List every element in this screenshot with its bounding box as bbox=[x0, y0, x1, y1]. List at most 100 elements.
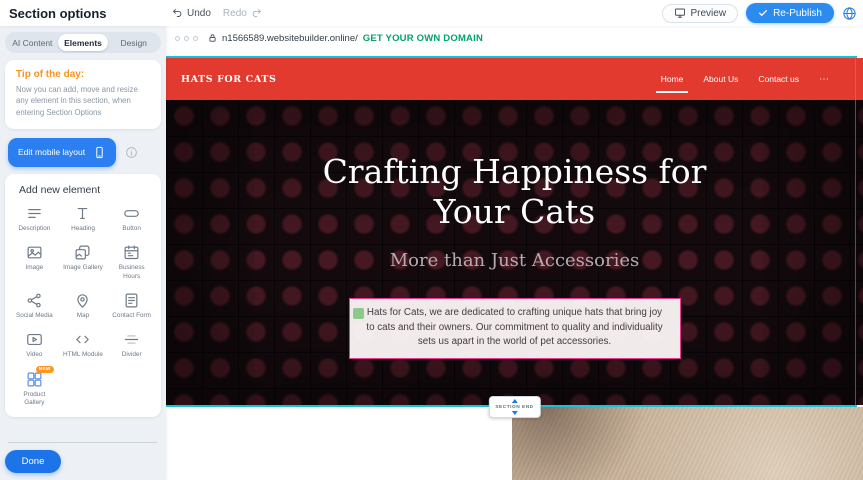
site-url: n1566589.websitebuilder.online/ bbox=[222, 33, 358, 44]
section-end-label: SECTION END bbox=[495, 405, 533, 410]
add-element-title: Add new element bbox=[19, 184, 156, 196]
republish-button[interactable]: Re-Publish bbox=[746, 3, 834, 23]
add-new-element-panel: Add new element Description Heading Butt… bbox=[5, 174, 161, 417]
element-label: Divider bbox=[122, 351, 142, 359]
add-element-image[interactable]: Image bbox=[10, 244, 59, 281]
html-module-icon bbox=[74, 331, 91, 348]
phone-icon bbox=[93, 146, 106, 159]
element-label: Description bbox=[18, 225, 50, 233]
section-end-resize-handle[interactable]: SECTION END bbox=[488, 396, 540, 418]
map-pin-icon bbox=[74, 292, 91, 309]
sidebar-tabs: AI Content Elements Design bbox=[5, 32, 161, 53]
app-root: Section options Undo Redo Preview Re-Pub… bbox=[0, 0, 863, 480]
description-icon bbox=[26, 205, 43, 222]
hero-section[interactable]: Crafting Happiness for Your Cats More th… bbox=[166, 100, 863, 405]
undo-button[interactable]: Undo bbox=[169, 6, 214, 21]
element-label: Product Gallery bbox=[13, 391, 55, 408]
mobile-layout-row: Edit mobile layout bbox=[8, 138, 161, 167]
element-drag-handle[interactable] bbox=[353, 308, 364, 319]
undo-label: Undo bbox=[187, 8, 211, 19]
site-canvas: HATS FOR CATS Home About Us Contact us ⋯… bbox=[166, 50, 863, 480]
carpet-photo bbox=[512, 407, 863, 480]
add-element-product-gallery[interactable]: NEW Product Gallery bbox=[10, 371, 59, 408]
add-element-description[interactable]: Description bbox=[10, 205, 59, 233]
section-selection-top-line bbox=[166, 56, 857, 58]
republish-label: Re-Publish bbox=[773, 8, 822, 19]
element-label: Social Media bbox=[16, 312, 53, 320]
add-element-social-media[interactable]: Social Media bbox=[10, 292, 59, 320]
add-element-image-gallery[interactable]: Image Gallery bbox=[59, 244, 108, 281]
nav-more-icon[interactable]: ⋯ bbox=[819, 74, 830, 85]
divider-icon bbox=[123, 331, 140, 348]
arrow-down-icon bbox=[511, 411, 517, 415]
add-element-video[interactable]: Video bbox=[10, 331, 59, 359]
site-logo[interactable]: HATS FOR CATS bbox=[181, 74, 276, 85]
sidebar: AI Content Elements Design Tip of the da… bbox=[0, 26, 166, 480]
social-media-icon bbox=[26, 292, 43, 309]
hero-title[interactable]: Crafting Happiness for Your Cats bbox=[295, 152, 735, 233]
heading-icon bbox=[74, 205, 91, 222]
element-label: Video bbox=[26, 351, 42, 359]
image-icon bbox=[26, 244, 43, 261]
done-button[interactable]: Done bbox=[5, 450, 61, 473]
window-dot-icon bbox=[175, 36, 180, 41]
language-globe-icon[interactable] bbox=[842, 6, 857, 21]
element-label: Image Gallery bbox=[63, 264, 103, 272]
tip-body: Now you can add, move and resize any ele… bbox=[16, 84, 150, 118]
hero-paragraph-box[interactable]: Hats for Cats, we are dedicated to craft… bbox=[349, 298, 681, 359]
element-label: Map bbox=[77, 312, 89, 320]
element-label: HTML Module bbox=[63, 351, 103, 359]
edit-mobile-label: Edit mobile layout bbox=[18, 147, 85, 157]
page-title: Section options bbox=[9, 6, 107, 21]
element-label: Business Hours bbox=[111, 264, 153, 281]
tab-ai-content[interactable]: AI Content bbox=[7, 34, 58, 51]
contact-form-icon bbox=[123, 292, 140, 309]
image-gallery-icon bbox=[74, 244, 91, 261]
site-nav: Home About Us Contact us ⋯ bbox=[661, 70, 848, 88]
get-domain-link[interactable]: GET YOUR OWN DOMAIN bbox=[363, 33, 483, 44]
button-icon bbox=[123, 205, 140, 222]
preview-label: Preview bbox=[691, 8, 727, 19]
hero-subtitle[interactable]: More than Just Accessories bbox=[166, 250, 863, 271]
edit-mobile-layout-button[interactable]: Edit mobile layout bbox=[8, 138, 116, 167]
lock-icon bbox=[208, 33, 217, 43]
element-label: Heading bbox=[71, 225, 95, 233]
nav-item-home[interactable]: Home bbox=[661, 70, 684, 88]
preview-button[interactable]: Preview bbox=[662, 4, 739, 23]
element-grid: Description Heading Button Image Image G… bbox=[10, 205, 156, 407]
browser-bar: n1566589.websitebuilder.online/ GET YOUR… bbox=[166, 26, 863, 50]
add-element-html-module[interactable]: HTML Module bbox=[59, 331, 108, 359]
tab-elements[interactable]: Elements bbox=[58, 34, 109, 51]
add-element-heading[interactable]: Heading bbox=[59, 205, 108, 233]
nav-item-contact-us[interactable]: Contact us bbox=[758, 70, 799, 88]
check-icon bbox=[758, 8, 768, 18]
window-dot-icon bbox=[184, 36, 189, 41]
window-dot-icon bbox=[193, 36, 198, 41]
redo-label: Redo bbox=[223, 8, 247, 19]
add-element-button[interactable]: Button bbox=[107, 205, 156, 233]
business-hours-icon bbox=[123, 244, 140, 261]
add-element-business-hours[interactable]: Business Hours bbox=[107, 244, 156, 281]
topbar: Section options Undo Redo Preview Re-Pub… bbox=[0, 0, 863, 26]
site-header: HATS FOR CATS Home About Us Contact us ⋯ bbox=[166, 58, 863, 100]
redo-icon bbox=[251, 8, 262, 19]
info-icon bbox=[125, 146, 138, 159]
add-element-divider[interactable]: Divider bbox=[107, 331, 156, 359]
new-badge: NEW bbox=[36, 366, 54, 373]
element-label: Contact Form bbox=[112, 312, 151, 320]
arrow-up-icon bbox=[511, 399, 517, 403]
add-element-map[interactable]: Map bbox=[59, 292, 108, 320]
element-label: Button bbox=[122, 225, 140, 233]
tab-design[interactable]: Design bbox=[108, 34, 159, 51]
main-preview: n1566589.websitebuilder.online/ GET YOUR… bbox=[166, 26, 863, 480]
add-element-contact-form[interactable]: Contact Form bbox=[107, 292, 156, 320]
video-icon bbox=[26, 331, 43, 348]
nav-item-about-us[interactable]: About Us bbox=[703, 70, 738, 88]
info-button[interactable] bbox=[125, 146, 138, 159]
undo-icon bbox=[172, 8, 183, 19]
product-gallery-icon: NEW bbox=[26, 371, 43, 388]
tip-title: Tip of the day: bbox=[16, 69, 150, 80]
redo-button[interactable]: Redo bbox=[220, 6, 265, 21]
history-controls: Undo Redo bbox=[169, 6, 265, 21]
section-selection-right-line bbox=[855, 56, 856, 407]
